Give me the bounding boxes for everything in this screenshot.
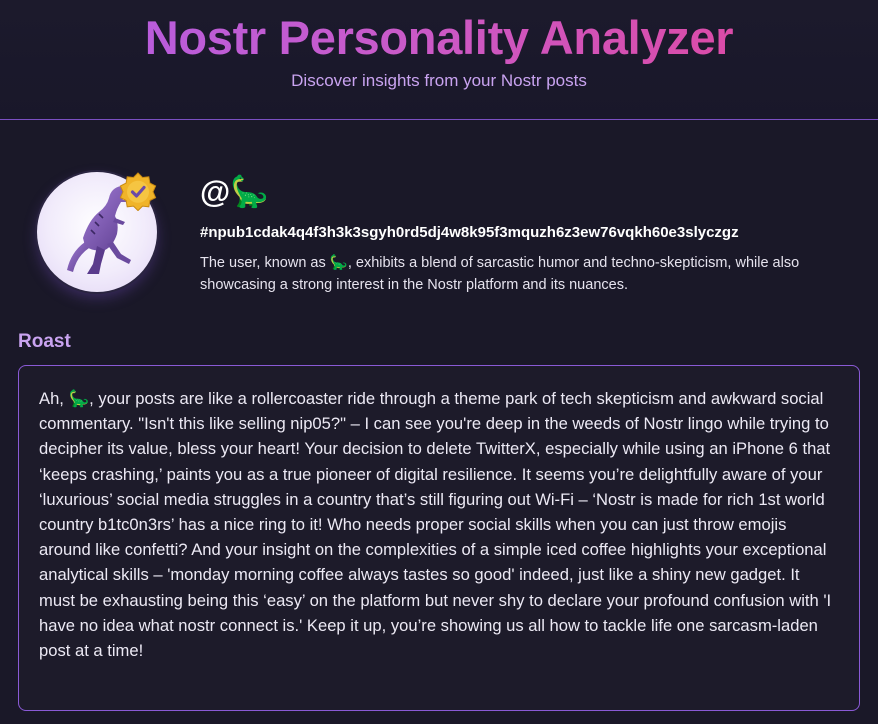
profile-summary: The user, known as 🦕, exhibits a blend o…	[200, 255, 800, 293]
app-header: Nostr Personality Analyzer Discover insi…	[0, 0, 878, 120]
page-title: Nostr Personality Analyzer	[0, 10, 878, 66]
profile-handle: @🦕	[200, 174, 269, 209]
roast-heading: Roast	[18, 331, 71, 352]
page-subtitle: Discover insights from your Nostr posts	[291, 71, 587, 90]
roast-panel: Ah, 🦕, your posts are like a rollercoast…	[18, 365, 860, 711]
profile-npub: #npub1cdak4q4f3h3k3sgyh0rd5dj4w8k95f3mqu…	[200, 224, 739, 241]
roast-text: Ah, 🦕, your posts are like a rollercoast…	[39, 389, 832, 661]
verified-badge-icon	[119, 172, 157, 211]
